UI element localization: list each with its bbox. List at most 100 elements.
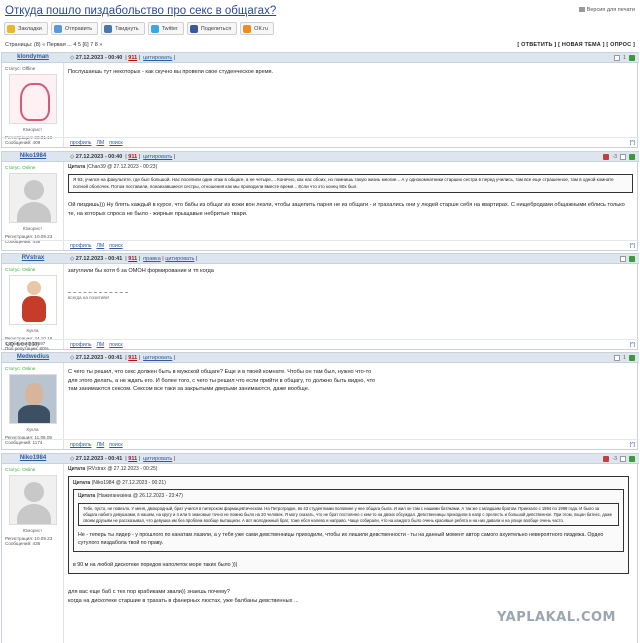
post-footer: профиль ЛМ поиск [^] (2, 439, 639, 449)
quote-header: Цитата (Niko1984 @ 27.12.2023 - 00:21) (73, 479, 166, 486)
share-bookmark-button[interactable]: Закладки (4, 22, 48, 35)
quote-header: Цитата (Chan39 @ 27.12.2023 - 00:23) (68, 164, 158, 170)
post-body: Послушаешь тут некоторых - как скучно вы… (68, 69, 274, 75)
post-info: ◇ 27.12.2023 - 00:41 | 911 | цитировать … (70, 456, 176, 462)
post: RVstrax ◇ 27.12.2023 - 00:41 | 911 | пра… (1, 253, 639, 351)
post-author[interactable]: RVstrax (2, 255, 64, 261)
print-icon (578, 7, 585, 13)
profile-link[interactable]: профиль (70, 243, 91, 249)
post-number[interactable]: 911 (128, 55, 137, 61)
plus-icon[interactable] (629, 256, 635, 262)
post-rating: -3 (603, 154, 635, 160)
post-number[interactable]: 911 (128, 355, 137, 361)
quote-block: Я 93, учился на факультете, где был боль… (68, 173, 633, 194)
ok-icon (243, 24, 252, 33)
post-rating (620, 256, 635, 262)
post-info: ◇ 27.12.2023 - 00:41 | 911 | правка | ци… (70, 256, 198, 262)
plus-icon[interactable] (629, 154, 635, 160)
quote-block: Цитата (Niko1984 @ 27.12.2023 - 00:21) Ц… (68, 475, 629, 575)
profile-link[interactable]: профиль (70, 140, 91, 146)
reputation[interactable]: UQ: 5 0 ( 260) (6, 342, 39, 348)
post-author[interactable]: klondyman (2, 54, 64, 60)
post-number[interactable]: 911 (128, 256, 137, 262)
send-icon (53, 24, 62, 33)
quote-header: Цитата (Нажиганизина @ 26.12.2023 - 23:4… (78, 493, 183, 500)
quote-block: Цитата (Нажиганизина @ 26.12.2023 - 23:4… (73, 489, 624, 553)
share-twitter-button[interactable]: Twitter (147, 22, 184, 35)
profile-link[interactable]: профиль (70, 442, 91, 448)
share-bar: Закладки Отправить Твиднуть Twitter Поде… (4, 22, 275, 36)
search-link[interactable]: поиск (109, 442, 122, 448)
minus-icon[interactable] (603, 154, 610, 160)
quote-header: Цитата (RVstrax @ 27.12.2023 - 00:25) (68, 466, 158, 472)
select-checkbox[interactable] (620, 256, 626, 262)
author-panel: Статус: Online Кукла Регистрация: 11.08.… (2, 363, 64, 449)
select-checkbox[interactable] (613, 355, 620, 361)
post-info: ◇ 27.12.2023 - 00:40 | 911 | цитировать … (70, 55, 176, 61)
to-top-icon[interactable]: [^] (630, 342, 635, 348)
post-body: Цитата (RVstrax @ 27.12.2023 - 00:25) Ци… (68, 466, 629, 606)
pm-link[interactable]: ЛМ (96, 243, 104, 249)
pm-link[interactable]: ЛМ (96, 140, 104, 146)
avatar[interactable] (8, 74, 57, 124)
plus-icon[interactable] (629, 456, 635, 462)
watermark-logo: YAPLAKAL.COM (497, 610, 616, 625)
signature: всегда на позитиве! (68, 291, 128, 302)
pagination[interactable]: Страницы: (8) « Первая ... 4 5 [6] 7 8 » (5, 42, 102, 48)
post: Niko1984 ◇ 27.12.2023 - 00:40 | 911 | ци… (1, 151, 639, 251)
post-body: загуглили бы хотя б за ОМОН формирование… (68, 268, 214, 302)
vk-icon (104, 24, 113, 33)
share-send-button[interactable]: Отправить (50, 22, 99, 35)
post-number[interactable]: 911 (128, 456, 137, 462)
quote-link[interactable]: цитировать (143, 55, 172, 61)
plus-icon[interactable] (629, 355, 635, 361)
pager-row: Страницы: (8) « Первая ... 4 5 [6] 7 8 »… (0, 41, 640, 51)
post-body: Цитата (Chan39 @ 27.12.2023 - 00:23) Я 9… (68, 164, 633, 219)
share-facebook-button[interactable]: Поделиться (186, 22, 238, 35)
post-author[interactable]: Medwedius (2, 354, 64, 360)
post-info: ◇ 27.12.2023 - 00:40 | 911 | цитировать … (70, 154, 176, 160)
post-header: Niko1984 ◇ 27.12.2023 - 00:40 | 911 | ци… (2, 151, 639, 162)
post-footer: UQ: 5 0 ( 260) профиль ЛМ поиск [^] (2, 339, 639, 349)
post: Medwedius ◇ 27.12.2023 - 00:41 | 911 | ц… (1, 352, 639, 450)
post-author[interactable]: Niko1984 (2, 455, 64, 461)
page-title[interactable]: Откуда пошло пиздабольство про секс в об… (5, 5, 276, 17)
search-link[interactable]: поиск (109, 243, 122, 249)
quote-link[interactable]: цитировать (143, 456, 172, 462)
plus-icon[interactable] (629, 55, 635, 61)
post-rating: 1 (613, 355, 635, 361)
quote-link[interactable]: цитировать (165, 256, 194, 262)
profile-link[interactable]: профиль (70, 342, 91, 348)
post-header: RVstrax ◇ 27.12.2023 - 00:41 | 911 | пра… (2, 253, 639, 264)
facebook-icon (189, 24, 198, 33)
to-top-icon[interactable]: [^] (630, 140, 635, 146)
quote-block: Тебе, пусто, не повезло. У меня, двоюрод… (78, 502, 619, 527)
post-header: Niko1984 ◇ 27.12.2023 - 00:41 | 911 | ци… (2, 453, 639, 464)
post-header: klondyman ◇ 27.12.2023 - 00:40 | 911 | ц… (2, 52, 639, 63)
edit-link[interactable]: правка (143, 256, 161, 262)
avatar[interactable] (8, 173, 57, 223)
avatar[interactable] (8, 374, 57, 424)
post-number[interactable]: 911 (128, 154, 137, 160)
select-checkbox[interactable] (613, 55, 620, 61)
select-checkbox[interactable] (620, 154, 626, 160)
avatar[interactable] (8, 475, 57, 525)
avatar[interactable] (8, 275, 57, 325)
pm-link[interactable]: ЛМ (96, 442, 104, 448)
share-vk-button[interactable]: Твиднуть (101, 22, 145, 35)
share-ok-button[interactable]: ОК.ru (240, 22, 275, 35)
search-link[interactable]: поиск (109, 140, 122, 146)
twitter-icon (150, 24, 159, 33)
print-version-link[interactable]: Версия для печати (578, 7, 635, 13)
post-author[interactable]: Niko1984 (2, 153, 64, 159)
to-top-icon[interactable]: [^] (630, 442, 635, 448)
minus-icon[interactable] (603, 456, 610, 462)
bookmark-icon (7, 24, 15, 33)
pm-link[interactable]: ЛМ (96, 342, 104, 348)
thread-actions[interactable]: [ ОТВЕТИТЬ ] [ НОВАЯ ТЕМА ] [ ОПРОС ] (517, 42, 635, 48)
quote-link[interactable]: цитировать (143, 154, 172, 160)
to-top-icon[interactable]: [^] (630, 243, 635, 249)
quote-link[interactable]: цитировать (143, 355, 172, 361)
search-link[interactable]: поиск (109, 342, 122, 348)
select-checkbox[interactable] (620, 456, 626, 462)
